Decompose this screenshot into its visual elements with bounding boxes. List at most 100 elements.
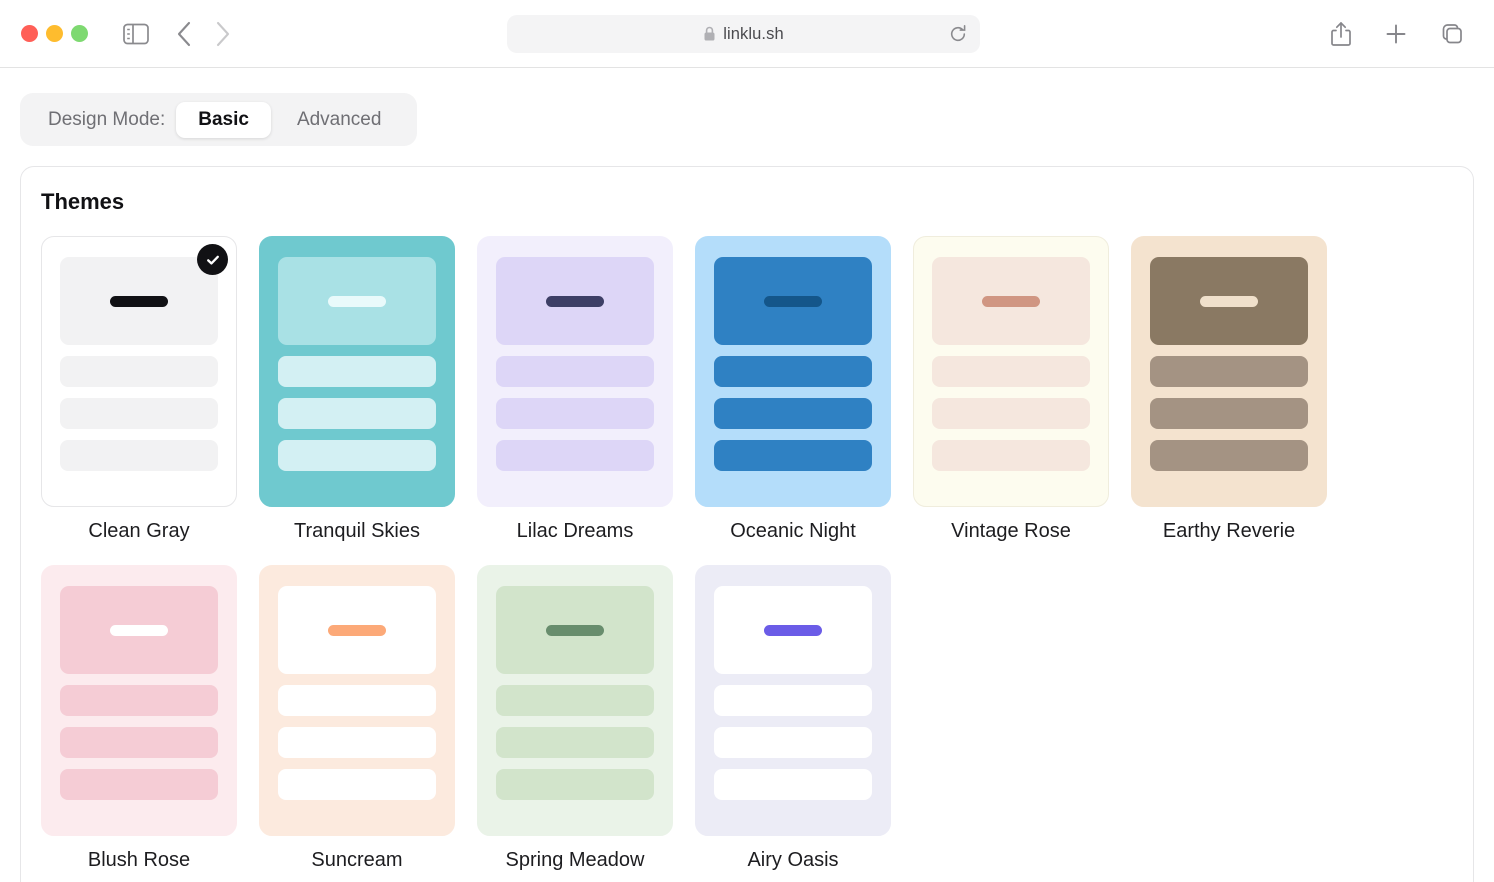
address-bar[interactable]: linklu.sh: [507, 15, 980, 53]
theme-preview-header: [1150, 257, 1308, 345]
theme-preview-link-row: [1150, 398, 1308, 429]
theme-card[interactable]: [259, 565, 455, 836]
theme-preview-link-row: [496, 440, 654, 471]
theme-card[interactable]: [477, 565, 673, 836]
theme-cell: Suncream: [259, 565, 477, 872]
plus-icon[interactable]: [1384, 22, 1408, 46]
theme-preview-link-row: [932, 398, 1090, 429]
theme-card[interactable]: [41, 565, 237, 836]
theme-name-label: Tranquil Skies: [294, 520, 420, 542]
theme-preview-link-row: [714, 356, 872, 387]
theme-preview-link-row: [60, 398, 218, 429]
forward-button[interactable]: [215, 21, 231, 47]
reload-icon[interactable]: [948, 24, 968, 44]
theme-preview-link-row: [278, 440, 436, 471]
theme-preview-link-row: [278, 727, 436, 758]
theme-card[interactable]: [695, 236, 891, 507]
design-mode-bar: Design Mode: Basic Advanced: [20, 93, 418, 146]
theme-card[interactable]: [913, 236, 1109, 507]
theme-preview-title-bar: [764, 295, 822, 307]
themes-panel: Themes Clean Gray Tranquil Skies Lilac Dre…: [20, 166, 1474, 882]
theme-preview-header: [60, 257, 218, 345]
theme-cell: Vintage Rose: [913, 236, 1131, 543]
theme-cell: Oceanic Night: [695, 236, 913, 543]
url-text: linklu.sh: [723, 24, 784, 43]
theme-preview-title-bar: [1200, 295, 1258, 307]
design-mode-label: Design Mode:: [48, 108, 166, 130]
theme-preview-header: [60, 586, 218, 674]
theme-preview-link-row: [60, 440, 218, 471]
theme-cell: Lilac Dreams: [477, 236, 695, 543]
theme-preview-link-row: [496, 356, 654, 387]
theme-preview-title-bar: [546, 295, 604, 307]
theme-card[interactable]: [259, 236, 455, 507]
theme-preview-link-row: [1150, 440, 1308, 471]
theme-cell: Clean Gray: [41, 236, 259, 543]
theme-name-label: Oceanic Night: [730, 520, 856, 542]
theme-card[interactable]: [41, 236, 237, 507]
check-icon: [197, 244, 228, 275]
theme-name-label: Spring Meadow: [505, 849, 645, 871]
theme-card[interactable]: [695, 565, 891, 836]
theme-preview-link-row: [60, 685, 218, 716]
theme-cell: Spring Meadow: [477, 565, 695, 872]
theme-name-label: Earthy Reverie: [1162, 520, 1296, 542]
theme-name-label: Lilac Dreams: [516, 520, 634, 542]
theme-preview-link-row: [496, 685, 654, 716]
maximize-window-button[interactable]: [71, 25, 88, 42]
theme-name-label: Suncream: [311, 849, 403, 871]
theme-preview-title-bar: [328, 624, 386, 636]
theme-preview-title-bar: [110, 624, 168, 636]
theme-preview-link-row: [496, 398, 654, 429]
toolbar-actions: [1330, 21, 1466, 47]
theme-preview-link-row: [60, 769, 218, 800]
theme-preview-header: [714, 257, 872, 345]
theme-card[interactable]: [477, 236, 673, 507]
theme-preview-title-bar: [328, 295, 386, 307]
theme-preview-link-row: [1150, 356, 1308, 387]
theme-preview-header: [496, 586, 654, 674]
theme-preview-title-bar: [110, 295, 168, 307]
back-button[interactable]: [176, 21, 192, 47]
theme-preview-header: [714, 586, 872, 674]
mode-tab-basic[interactable]: Basic: [176, 101, 271, 138]
theme-name-label: Clean Gray: [88, 520, 190, 542]
theme-name-label: Airy Oasis: [747, 849, 839, 871]
theme-cell: Tranquil Skies: [259, 236, 477, 543]
theme-preview-link-row: [932, 356, 1090, 387]
theme-preview-header: [932, 257, 1090, 345]
browser-toolbar: linklu.sh: [0, 0, 1494, 68]
close-window-button[interactable]: [21, 25, 38, 42]
theme-preview-link-row: [278, 398, 436, 429]
theme-preview-title-bar: [764, 624, 822, 636]
theme-preview-link-row: [714, 440, 872, 471]
theme-preview-header: [278, 257, 436, 345]
minimize-window-button[interactable]: [46, 25, 63, 42]
theme-preview-link-row: [278, 769, 436, 800]
window-controls: [21, 25, 88, 42]
theme-preview-link-row: [60, 727, 218, 758]
theme-preview-link-row: [714, 398, 872, 429]
theme-preview-link-row: [496, 727, 654, 758]
theme-preview-title-bar: [546, 624, 604, 636]
tab-overview-icon[interactable]: [1440, 22, 1466, 46]
theme-preview-link-row: [278, 356, 436, 387]
design-mode-segmented-control: Basic Advanced: [176, 101, 404, 138]
theme-preview-link-row: [496, 769, 654, 800]
page-title: Themes: [41, 189, 125, 214]
theme-card[interactable]: [1131, 236, 1327, 507]
theme-cell: Blush Rose: [41, 565, 259, 872]
theme-preview-link-row: [714, 685, 872, 716]
page-content: Design Mode: Basic Advanced Themes Clean…: [0, 68, 1494, 882]
mode-tab-advanced[interactable]: Advanced: [275, 102, 404, 138]
theme-preview-link-row: [60, 356, 218, 387]
sidebar-toggle-icon[interactable]: [123, 23, 149, 45]
theme-name-label: Blush Rose: [87, 849, 191, 871]
theme-preview-link-row: [714, 727, 872, 758]
theme-preview-title-bar: [982, 295, 1040, 307]
theme-preview-link-row: [932, 440, 1090, 471]
share-icon[interactable]: [1330, 21, 1352, 47]
theme-preview-link-row: [278, 685, 436, 716]
lock-icon: [703, 26, 716, 42]
theme-cell: Airy Oasis: [695, 565, 913, 872]
